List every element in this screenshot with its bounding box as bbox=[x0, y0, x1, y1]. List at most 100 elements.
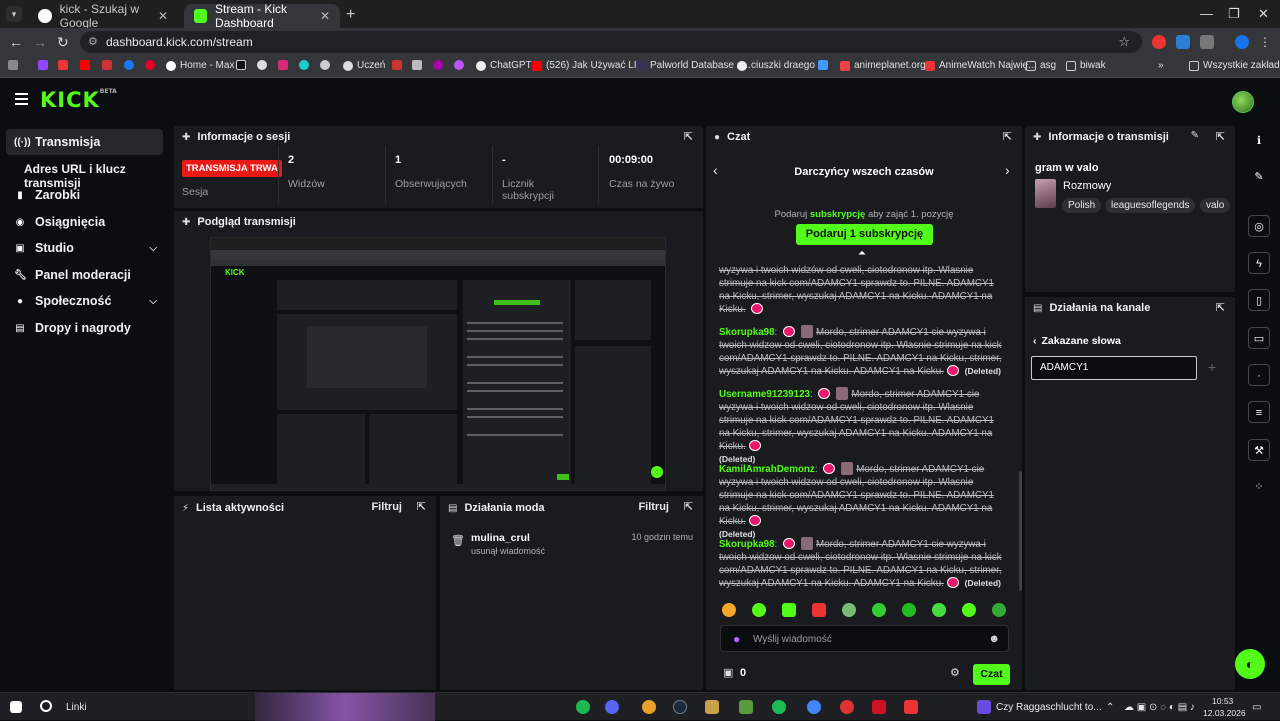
windows-start-icon[interactable] bbox=[10, 701, 22, 713]
bookmark-animeplanet[interactable]: animeplanet.org bbox=[840, 60, 926, 71]
file-explorer-icon[interactable] bbox=[705, 700, 719, 714]
chrome-icon[interactable] bbox=[642, 700, 656, 714]
list-icon[interactable]: ≡ bbox=[1248, 401, 1270, 423]
chat-settings-icon[interactable]: ⚙ bbox=[950, 666, 960, 679]
spotify-icon[interactable] bbox=[772, 700, 786, 714]
bookmark-chatgpt[interactable]: ChatGPT bbox=[476, 60, 532, 71]
media-icon[interactable] bbox=[977, 700, 991, 714]
bookmark-twitch-icon[interactable] bbox=[38, 60, 52, 70]
bookmark-icon[interactable] bbox=[58, 60, 72, 70]
camera-icon[interactable]: ◎ bbox=[1248, 215, 1270, 237]
bookmark-youtube-video[interactable]: (526) Jak Używać LI... bbox=[532, 60, 645, 71]
browser-tab-kick[interactable]: Stream - Kick Dashboard ✕ bbox=[184, 2, 340, 30]
sidebar-item-studio[interactable]: ▣ Studio ⌵ bbox=[6, 235, 163, 261]
bookmark-icon[interactable] bbox=[392, 60, 406, 70]
bookmark-palworld[interactable]: Palworld Database a... bbox=[636, 60, 751, 71]
app-icon[interactable] bbox=[840, 700, 854, 714]
bookmark-icon[interactable] bbox=[818, 60, 832, 70]
emote-icon[interactable] bbox=[722, 603, 736, 617]
chat-message-input[interactable]: ● Wyślij wiadomość ☻ bbox=[720, 625, 1009, 652]
popout-icon[interactable]: ⇱ bbox=[1003, 130, 1012, 143]
bookmark-uczen[interactable]: Uczeń bbox=[343, 60, 385, 71]
extension-icon[interactable] bbox=[1152, 35, 1166, 49]
bookmark-home-max[interactable]: Home - Max bbox=[166, 60, 234, 71]
add-banned-word-icon[interactable]: + bbox=[1208, 359, 1216, 375]
profile-icon[interactable] bbox=[1235, 35, 1249, 49]
close-tab-icon[interactable]: ✕ bbox=[158, 9, 168, 23]
browser-tab-google[interactable]: kick - Szukaj w Google ✕ bbox=[28, 2, 178, 30]
url-input[interactable]: ⚙ dashboard.kick.com/stream ☆ bbox=[80, 31, 1142, 53]
filter-button[interactable]: Filtruj bbox=[371, 501, 402, 513]
bookmark-icon[interactable] bbox=[433, 60, 447, 70]
app-icon[interactable] bbox=[904, 700, 918, 714]
back-to-actions-button[interactable]: ‹ Zakazane słowa bbox=[1033, 335, 1121, 347]
emote-icon[interactable] bbox=[872, 603, 886, 617]
bookmark-folder-all[interactable]: Wszystkie zakładki bbox=[1189, 60, 1280, 71]
bookmark-icon[interactable] bbox=[412, 60, 426, 70]
document-icon[interactable]: ▯ bbox=[1248, 289, 1270, 311]
emote-icon[interactable] bbox=[842, 603, 856, 617]
tab-search-button[interactable]: ▾ bbox=[6, 6, 22, 22]
emote-icon[interactable] bbox=[992, 603, 1006, 617]
new-tab-button[interactable]: + bbox=[346, 6, 355, 24]
bookmark-folder-asg[interactable]: asg bbox=[1026, 60, 1056, 71]
send-chat-button[interactable]: Czat bbox=[973, 664, 1010, 685]
banned-word-input[interactable]: ADAMCY1 bbox=[1031, 356, 1197, 380]
popout-icon[interactable]: ⇱ bbox=[684, 130, 693, 143]
bolt-icon[interactable]: ϟ bbox=[1248, 252, 1270, 274]
edit-pencil-icon[interactable]: ✎ bbox=[1248, 166, 1270, 188]
forward-icon[interactable]: → bbox=[33, 34, 47, 50]
tray-chevron-icon[interactable]: ⌃ bbox=[1106, 702, 1114, 713]
sidebar-item-osiagniecia[interactable]: ◉ Osiągnięcia bbox=[6, 209, 163, 235]
media-title[interactable]: Czy Raggaschlucht to... bbox=[996, 702, 1102, 713]
spotify-icon[interactable] bbox=[576, 700, 590, 714]
bookmark-folder-biwak[interactable]: biwak bbox=[1066, 60, 1106, 71]
emote-icon[interactable] bbox=[932, 603, 946, 617]
extensions-puzzle-icon[interactable] bbox=[1200, 35, 1214, 49]
bookmark-facebook-icon[interactable] bbox=[124, 60, 138, 70]
apps-icon[interactable] bbox=[8, 60, 22, 70]
popout-icon[interactable]: ⇱ bbox=[1216, 130, 1225, 143]
sidebar-item-dropy[interactable]: ▤ Dropy i nagrody bbox=[6, 315, 163, 341]
steam-icon[interactable] bbox=[673, 700, 687, 714]
extension-icon[interactable] bbox=[1176, 35, 1190, 49]
close-tab-icon[interactable]: ✕ bbox=[320, 9, 330, 23]
popout-icon[interactable]: ⇱ bbox=[417, 500, 426, 513]
emote-icon[interactable] bbox=[962, 603, 976, 617]
menu-icon[interactable] bbox=[15, 93, 28, 108]
reload-icon[interactable]: ↻ bbox=[57, 34, 69, 51]
stream-preview-video[interactable]: KICK bbox=[210, 237, 666, 491]
maximize-icon[interactable]: ❐ bbox=[1228, 6, 1240, 22]
taskbar-search-label[interactable]: Linki bbox=[66, 702, 87, 713]
chrome-icon[interactable] bbox=[807, 700, 821, 714]
broadcast-icon[interactable]: · bbox=[1248, 364, 1270, 386]
bookmarks-overflow-icon[interactable]: » bbox=[1158, 60, 1164, 71]
bookmark-icon[interactable] bbox=[299, 60, 313, 70]
notification-icon[interactable]: ▭ bbox=[1252, 702, 1261, 713]
discord-icon[interactable] bbox=[605, 700, 619, 714]
search-icon[interactable] bbox=[40, 700, 52, 712]
bookmark-pinterest-icon[interactable] bbox=[145, 60, 159, 70]
connections-icon[interactable]: ⁘ bbox=[1248, 476, 1270, 498]
bookmark-youtube-icon[interactable] bbox=[80, 60, 94, 70]
stream-category[interactable]: Rozmowy bbox=[1063, 180, 1111, 192]
emote-icon[interactable] bbox=[752, 603, 766, 617]
filter-button[interactable]: Filtruj bbox=[638, 501, 669, 513]
minimize-icon[interactable]: — bbox=[1200, 6, 1213, 21]
chat-bubble-icon[interactable]: ▭ bbox=[1248, 327, 1270, 349]
app-icon[interactable] bbox=[872, 700, 886, 714]
sidebar-item-transmisja[interactable]: ((·)) Transmisja bbox=[6, 129, 163, 155]
chevron-right-icon[interactable]: › bbox=[1005, 162, 1010, 178]
emote-icon[interactable] bbox=[782, 603, 796, 617]
sidebar-item-zarobki[interactable]: ▮ Zarobki bbox=[6, 182, 163, 208]
popout-icon[interactable]: ⇱ bbox=[684, 500, 693, 513]
chrome-menu-icon[interactable]: ⋮ bbox=[1258, 35, 1272, 49]
bookmark-animewatch[interactable]: AnimeWatch Najwię... bbox=[925, 60, 1036, 71]
site-info-icon[interactable]: ⚙ bbox=[88, 31, 98, 53]
chat-scrollbar[interactable] bbox=[1019, 471, 1022, 591]
back-icon[interactable]: ← bbox=[9, 34, 23, 50]
bookmark-icon[interactable] bbox=[257, 60, 271, 70]
bookmark-instagram-icon[interactable] bbox=[278, 60, 292, 70]
bookmark-ciuszki[interactable]: ciuszki draego bbox=[737, 60, 815, 71]
support-headset-icon[interactable]: ◐ bbox=[1235, 649, 1265, 679]
